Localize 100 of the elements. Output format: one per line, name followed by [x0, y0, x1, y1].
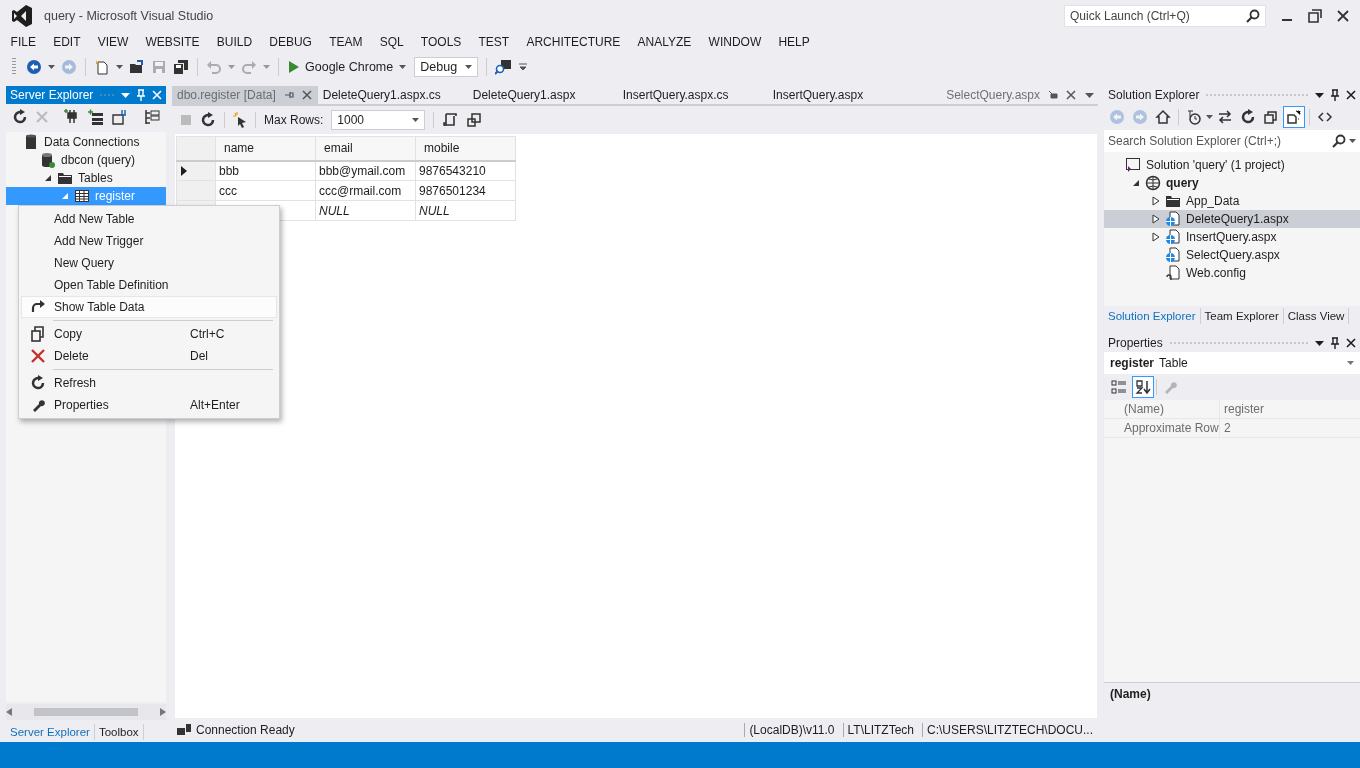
table-cell[interactable]: 9876501234: [415, 180, 516, 201]
menu-item[interactable]: Add New Trigger: [21, 230, 277, 252]
back-icon[interactable]: [26, 59, 42, 75]
panel-tab[interactable]: Solution Explorer: [1104, 308, 1201, 324]
search-icon[interactable]: [1246, 9, 1260, 23]
column-header[interactable]: mobile: [415, 136, 516, 161]
menu-item[interactable]: TOOLS: [412, 35, 470, 49]
pin-icon[interactable]: [1330, 89, 1340, 101]
add-server-icon[interactable]: [88, 109, 104, 125]
caret-icon[interactable]: [1347, 361, 1354, 365]
script-icon[interactable]: [442, 112, 459, 128]
keep-open-icon[interactable]: [1048, 90, 1058, 100]
start-button[interactable]: Google Chrome: [287, 60, 409, 74]
preview-tab[interactable]: SelectQuery.aspx: [941, 86, 1081, 104]
caret-icon[interactable]: [116, 65, 123, 69]
tree-item[interactable]: DeleteQuery1.aspx: [1104, 210, 1360, 228]
document-tab[interactable]: DeleteQuery1.aspx: [467, 86, 618, 104]
export-icon[interactable]: [466, 112, 483, 128]
pin-icon[interactable]: [1330, 337, 1340, 349]
menu-item[interactable]: Properties Alt+Enter: [21, 394, 277, 416]
menu-item[interactable]: DEBUG: [260, 35, 321, 49]
tree-view-icon[interactable]: [144, 109, 160, 125]
tree-item[interactable]: SelectQuery.aspx: [1104, 246, 1360, 264]
search-icon[interactable]: [1332, 134, 1346, 148]
menu-item[interactable]: Show Table Data: [21, 296, 277, 318]
caret-icon[interactable]: [1349, 139, 1356, 143]
menu-item[interactable]: New Query: [21, 252, 277, 274]
caret-icon[interactable]: [399, 65, 407, 69]
menu-item[interactable]: HELP: [769, 35, 819, 49]
refresh-icon[interactable]: [200, 112, 216, 128]
tree-item[interactable]: App_Data: [1104, 192, 1360, 210]
table-cell[interactable]: ccc: [215, 180, 316, 201]
tree-item[interactable]: Web.config: [1104, 264, 1360, 282]
menu-item[interactable]: BUILD: [208, 35, 261, 49]
document-tab[interactable]: InsertQuery.aspx.cs: [617, 86, 768, 104]
table-cell[interactable]: bbb@ymail.com: [315, 160, 416, 181]
dropdown-icon[interactable]: [1315, 340, 1324, 346]
restore-icon[interactable]: [1308, 9, 1322, 23]
scroll-left-icon[interactable]: [6, 708, 12, 716]
property-value[interactable]: 2: [1220, 421, 1231, 435]
tree-item[interactable]: Tables: [6, 169, 166, 187]
column-header[interactable]: email: [315, 136, 416, 161]
close-icon[interactable]: [1346, 90, 1356, 100]
menu-item[interactable]: ARCHITECTURE: [517, 35, 629, 49]
max-rows-dropdown[interactable]: 1000: [331, 110, 426, 130]
menu-item[interactable]: FILE: [2, 35, 45, 49]
menu-item[interactable]: EDIT: [44, 35, 90, 49]
expanded-arrow-icon[interactable]: [1132, 179, 1140, 187]
menu-item[interactable]: WINDOW: [699, 35, 770, 49]
scroll-right-icon[interactable]: [160, 708, 166, 716]
menu-item[interactable]: WEBSITE: [136, 35, 209, 49]
collapsed-arrow-icon[interactable]: [1152, 214, 1160, 224]
corner-cell[interactable]: [176, 136, 216, 161]
panel-tab[interactable]: Server Explorer: [6, 724, 95, 740]
menu-item[interactable]: Delete Del: [21, 345, 277, 367]
connect-icon[interactable]: [64, 109, 80, 125]
caret-icon[interactable]: [465, 65, 473, 69]
panel-tab[interactable]: Team Explorer: [1200, 308, 1284, 324]
expanded-arrow-icon[interactable]: [44, 174, 52, 182]
menu-item[interactable]: ANALYZE: [629, 35, 700, 49]
execute-icon[interactable]: [233, 112, 247, 128]
menu-item[interactable]: Add New Table: [21, 208, 277, 230]
table-cell[interactable]: bbb: [215, 160, 316, 181]
table-cell[interactable]: ccc@rmail.com: [315, 180, 416, 201]
document-tab[interactable]: InsertQuery.aspx: [767, 86, 918, 104]
menu-item[interactable]: Open Table Definition: [21, 274, 277, 296]
new-file-icon[interactable]: [94, 59, 110, 75]
menu-item[interactable]: TEAM: [320, 35, 372, 49]
column-header[interactable]: name: [215, 136, 316, 161]
tree-item[interactable]: Data Connections: [6, 133, 166, 151]
close-icon[interactable]: [1336, 9, 1350, 23]
table-cell[interactable]: 9876543210: [415, 160, 516, 181]
sharepoint-icon[interactable]: [112, 109, 128, 125]
overflow-icon[interactable]: [519, 63, 528, 71]
menu-item[interactable]: VIEW: [89, 35, 137, 49]
menu-item[interactable]: Refresh: [21, 372, 277, 394]
close-icon[interactable]: [1066, 90, 1076, 100]
collapsed-arrow-icon[interactable]: [1152, 232, 1160, 242]
configuration-dropdown[interactable]: Debug: [414, 57, 479, 77]
tree-item[interactable]: query: [1104, 174, 1360, 192]
tree-item[interactable]: dbcon (query): [6, 151, 166, 169]
dropdown-icon[interactable]: [1315, 92, 1324, 98]
object-selector[interactable]: register Table: [1104, 352, 1360, 374]
table-cell[interactable]: NULL: [415, 200, 516, 221]
caret-icon[interactable]: [412, 118, 420, 122]
tree-item[interactable]: InsertQuery.aspx: [1104, 228, 1360, 246]
menu-item[interactable]: SQL: [371, 35, 413, 49]
caret-icon[interactable]: [48, 65, 55, 69]
dropdown-icon[interactable]: [1085, 92, 1094, 98]
panel-tab[interactable]: Toolbox: [94, 724, 144, 740]
refresh-icon[interactable]: [12, 109, 28, 125]
save-all-icon[interactable]: [173, 59, 189, 75]
panel-tab[interactable]: Class View: [1283, 308, 1350, 324]
quick-launch-field[interactable]: Quick Launch (Ctrl+Q): [1064, 5, 1266, 27]
open-folder-icon[interactable]: [129, 59, 145, 75]
row-header[interactable]: [176, 160, 216, 181]
collapsed-arrow-icon[interactable]: [1152, 196, 1160, 206]
caret-icon[interactable]: [1206, 115, 1213, 119]
table-cell[interactable]: NULL: [315, 200, 416, 221]
tree-item[interactable]: Solution 'query' (1 project): [1104, 156, 1360, 174]
